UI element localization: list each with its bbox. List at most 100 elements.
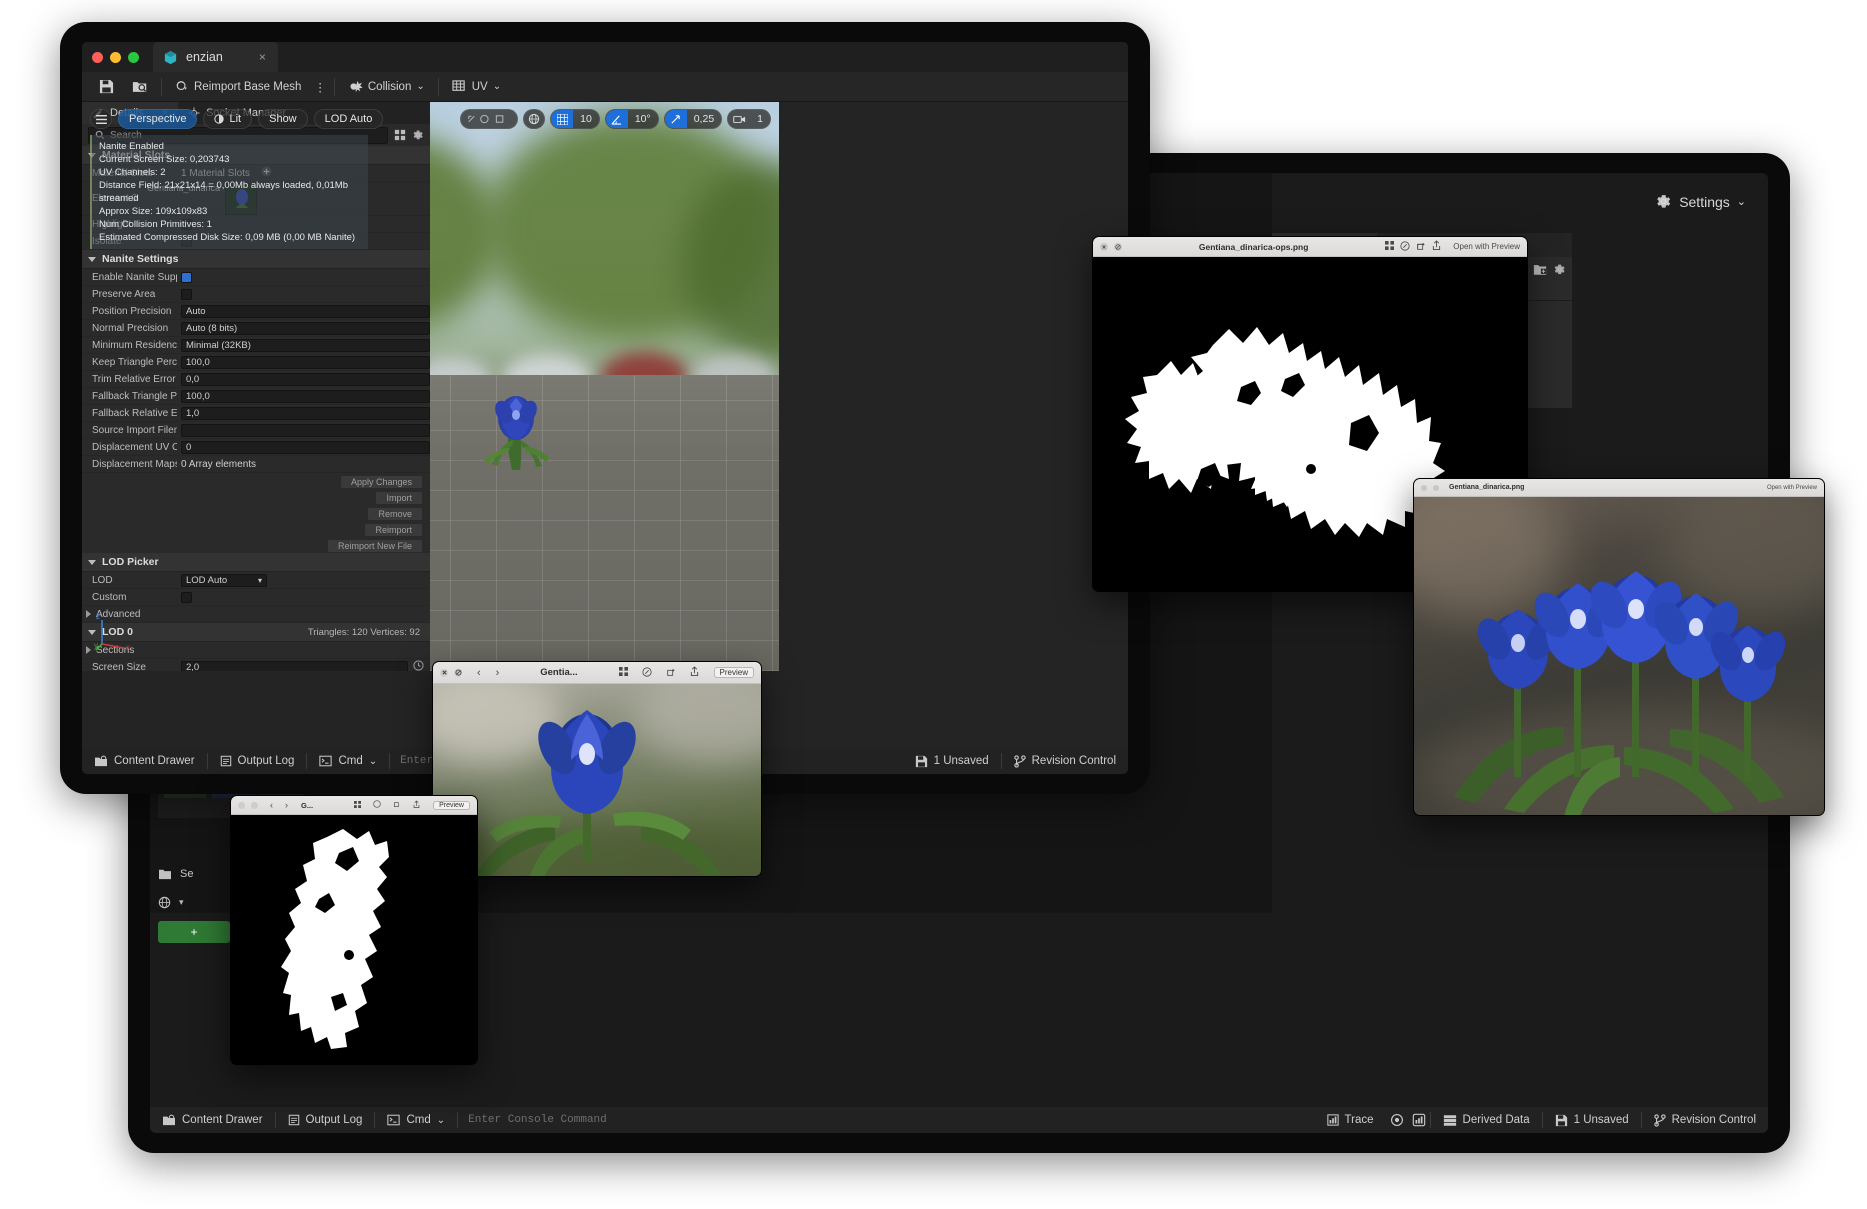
world-space-button[interactable]	[523, 109, 545, 129]
close-icon[interactable]	[440, 669, 448, 677]
close-icon[interactable]	[238, 802, 245, 809]
preview-button[interactable]: Preview	[714, 667, 754, 678]
close-window-button[interactable]	[92, 52, 103, 63]
property-value[interactable]: 0,0	[177, 373, 430, 386]
markup-icon[interactable]	[373, 800, 381, 810]
grid-view-icon[interactable]	[394, 129, 406, 141]
property-dropdown[interactable]: LOD Auto▾	[181, 574, 267, 587]
property-value[interactable]: 0 Array elements	[177, 459, 430, 470]
add-button[interactable]: +	[158, 921, 230, 943]
traffic-lights[interactable]	[92, 52, 139, 63]
revision-control-button[interactable]: Revision Control	[1002, 748, 1128, 774]
revision-control-button[interactable]: Revision Control	[1642, 1107, 1768, 1133]
details-action-button[interactable]: Apply Changes	[341, 476, 422, 488]
property-input[interactable]: Auto	[181, 305, 430, 318]
details-category-header[interactable]: Nanite Settings	[82, 250, 430, 269]
browse-button[interactable]	[123, 75, 157, 99]
reset-icon[interactable]	[413, 660, 430, 671]
share-icon[interactable]	[1432, 240, 1441, 253]
collision-button[interactable]: Collision ⌄	[339, 75, 434, 99]
share-icon[interactable]	[690, 666, 699, 679]
preview-button[interactable]: Preview	[433, 801, 470, 810]
output-log-button[interactable]: Output Log	[276, 1107, 375, 1133]
maximize-window-button[interactable]	[128, 52, 139, 63]
property-value[interactable]: 0	[177, 441, 430, 454]
property-input[interactable]: Auto (8 bits)	[181, 322, 430, 335]
forward-icon[interactable]: ›	[285, 800, 288, 810]
gear-icon[interactable]	[1553, 263, 1566, 276]
block-icon[interactable]	[251, 802, 258, 809]
grid-icon[interactable]	[619, 667, 628, 678]
checkbox[interactable]	[181, 289, 192, 300]
markup-icon[interactable]	[642, 667, 652, 679]
perspective-button[interactable]: Perspective	[118, 109, 197, 129]
rotate-icon[interactable]	[1416, 241, 1426, 253]
checkbox[interactable]	[181, 592, 192, 603]
chevron-right-icon[interactable]	[86, 646, 91, 654]
console-command-input[interactable]: Enter Console Command	[458, 1114, 607, 1126]
property-input[interactable]: 0	[181, 441, 430, 454]
minimize-icon[interactable]	[1114, 243, 1122, 251]
show-button[interactable]: Show	[258, 109, 308, 129]
details-action-button[interactable]: Import	[376, 492, 422, 504]
back-icon[interactable]: ‹	[270, 800, 273, 810]
reimport-options-button[interactable]: ⋮	[310, 75, 330, 99]
details-action-button[interactable]: Remove	[368, 508, 422, 520]
unsaved-button[interactable]: 1 Unsaved	[1543, 1107, 1641, 1133]
property-input[interactable]: 100,0	[181, 356, 430, 369]
markup-icon[interactable]	[1400, 241, 1410, 253]
stats-button[interactable]	[1408, 1107, 1430, 1133]
rotate-icon[interactable]	[666, 667, 676, 679]
details-action-button[interactable]: Reimport	[365, 524, 422, 536]
content-drawer-button[interactable]: Content Drawer	[82, 748, 207, 774]
preview-window-photo-center[interactable]: ‹ › Gentia... Preview	[432, 661, 762, 877]
lit-button[interactable]: Lit	[203, 109, 252, 129]
property-value[interactable]: 100,0	[177, 356, 430, 369]
open-with-preview-label[interactable]: Open with Preview	[1767, 485, 1817, 491]
lod-button[interactable]: LOD Auto	[314, 109, 384, 129]
preview-window-photo-right[interactable]: Gentiana_dinarica.png Open with Preview	[1413, 478, 1825, 816]
property-input[interactable]: 0,0	[181, 373, 430, 386]
gear-icon[interactable]	[412, 129, 424, 141]
property-value[interactable]: Auto	[177, 305, 430, 318]
property-input[interactable]: 2,0	[181, 661, 408, 672]
derived-data-button[interactable]: Derived Data	[1431, 1107, 1542, 1133]
property-input[interactable]: Minimal (32KB)	[181, 339, 430, 352]
details-category-header[interactable]: LOD Picker	[82, 553, 430, 572]
viewport-menu-button[interactable]	[90, 109, 112, 129]
property-value[interactable]: 1,0	[177, 407, 430, 420]
close-tab-icon[interactable]: ×	[259, 50, 266, 64]
transform-gizmo-group[interactable]	[460, 109, 518, 129]
close-icon[interactable]	[1421, 485, 1427, 491]
property-input[interactable]: 100,0	[181, 390, 430, 403]
unsaved-button[interactable]: 1 Unsaved	[903, 748, 1001, 774]
cmd-button[interactable]: Cmd ⌄	[307, 748, 389, 774]
property-input[interactable]	[181, 424, 430, 437]
cmd-button[interactable]: Cmd ⌄	[375, 1107, 457, 1133]
forward-icon[interactable]: ›	[496, 667, 500, 679]
grid-icon[interactable]	[354, 801, 361, 810]
reimport-base-mesh-button[interactable]: Reimport Base Mesh	[166, 75, 310, 99]
trace-button[interactable]: Trace	[1315, 1107, 1386, 1133]
property-value[interactable]: 2,0	[177, 660, 430, 671]
property-value[interactable]	[177, 592, 430, 603]
content-drawer-button[interactable]: Content Drawer	[150, 1107, 275, 1133]
open-with-preview-label[interactable]: Open with Preview	[1453, 242, 1520, 251]
property-value[interactable]	[177, 424, 430, 437]
details-action-button[interactable]: Reimport New File	[328, 540, 422, 552]
block-icon[interactable]	[454, 669, 462, 677]
property-value[interactable]: 100,0	[177, 390, 430, 403]
minimize-window-button[interactable]	[110, 52, 121, 63]
back-icon[interactable]: ‹	[477, 667, 481, 679]
uv-button[interactable]: UV ⌄	[443, 75, 510, 99]
share-icon[interactable]	[413, 800, 420, 811]
property-value[interactable]: Minimal (32KB)	[177, 339, 430, 352]
settings-button[interactable]: Settings ⌄	[1655, 193, 1746, 210]
preview-window-mask-small[interactable]: ‹ › G... Preview	[230, 795, 478, 1065]
close-icon[interactable]	[1100, 243, 1108, 251]
chevron-right-icon[interactable]	[86, 610, 91, 618]
property-value[interactable]: LOD Auto▾	[177, 574, 430, 587]
add-folder-icon[interactable]	[1533, 263, 1547, 276]
camera-speed-control[interactable]: 1	[727, 109, 771, 129]
property-value[interactable]	[177, 289, 430, 300]
